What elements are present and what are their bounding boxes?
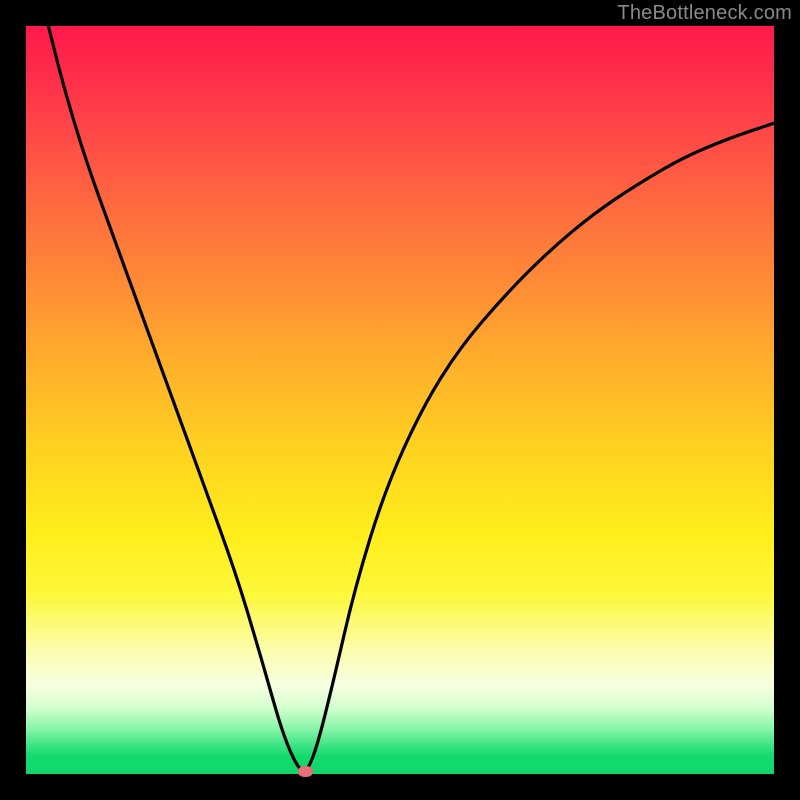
curve-path xyxy=(48,26,774,770)
bottleneck-curve xyxy=(26,26,774,774)
optimal-point-marker xyxy=(298,766,313,777)
watermark-text: TheBottleneck.com xyxy=(617,2,792,25)
chart-area xyxy=(26,26,774,774)
